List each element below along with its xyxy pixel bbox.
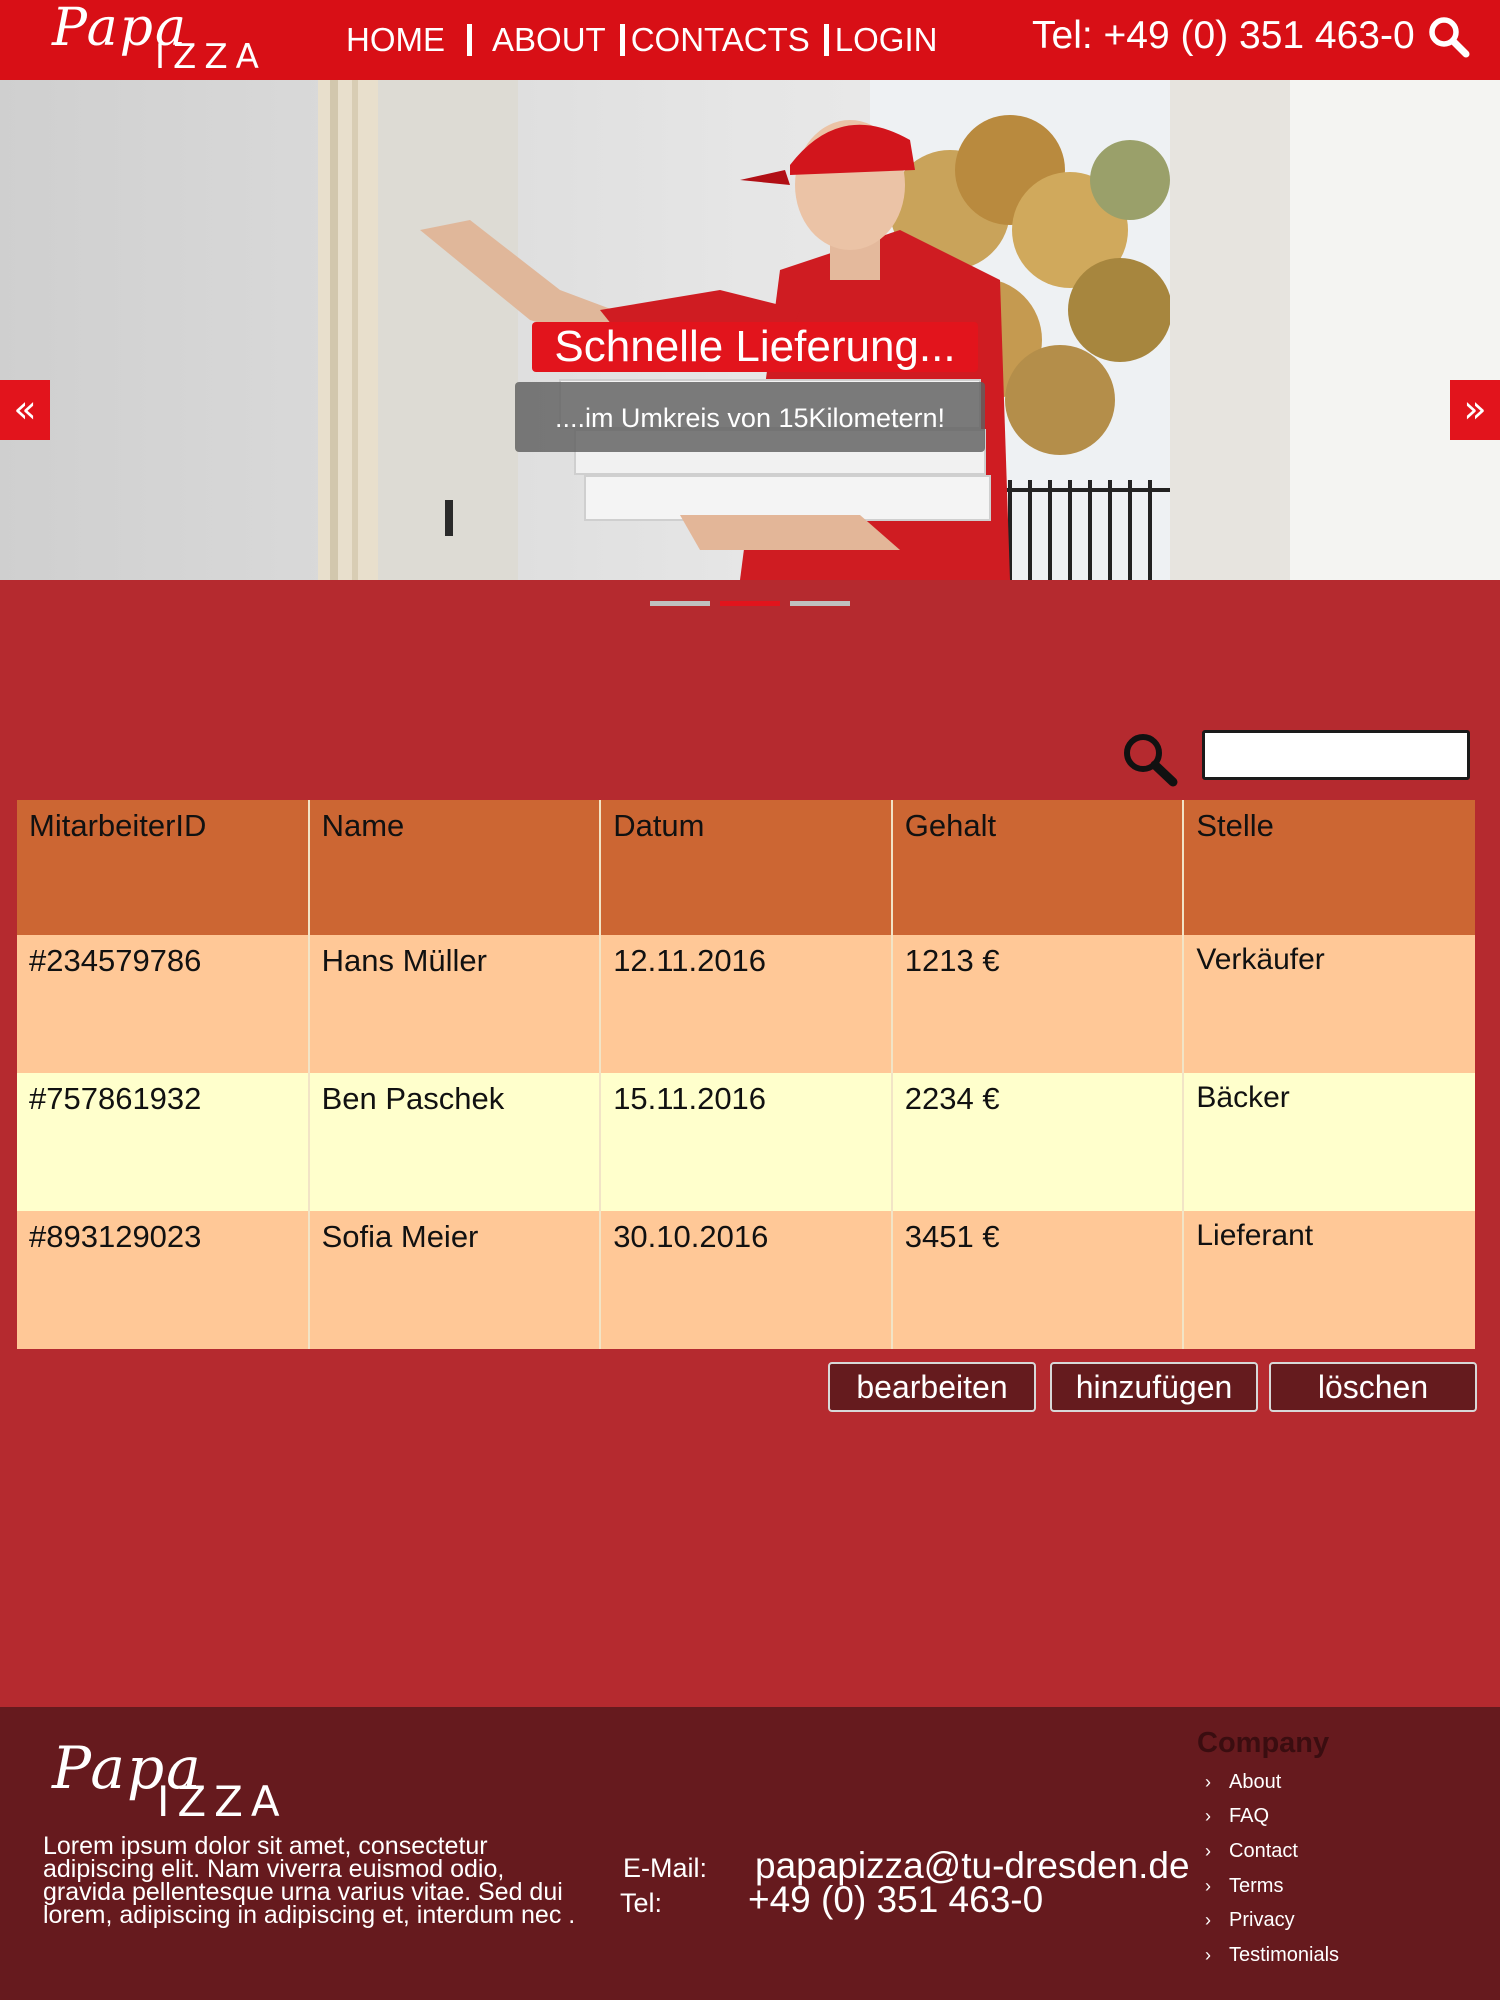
- footer-link-label: FAQ: [1229, 1805, 1270, 1828]
- footer-link-label: Terms: [1229, 1874, 1284, 1897]
- table-row[interactable]: #757861932 Ben Paschek 15.11.2016 2234 €…: [17, 1073, 1475, 1211]
- chevron-right-icon: ›: [1205, 1944, 1211, 1965]
- column-header-name[interactable]: Name: [307, 800, 601, 935]
- top-header: Papa IZZA HOME ABOUT CONTACTS LOGIN Tel:…: [0, 0, 1500, 80]
- footer-description: Lorem ipsum dolor sit amet, consectetur …: [43, 1832, 576, 1929]
- table-row[interactable]: #893129023 Sofia Meier 30.10.2016 3451 €…: [17, 1211, 1475, 1349]
- tel-link[interactable]: +49 (0) 351 463-0: [748, 1879, 1043, 1921]
- footer-logo[interactable]: Papa IZZA: [52, 1739, 332, 1829]
- footer: Papa IZZA Lorem ipsum dolor sit amet, co…: [0, 1707, 1500, 2000]
- slide-indicator-1[interactable]: [650, 601, 710, 606]
- table-search-icon[interactable]: [1120, 730, 1180, 788]
- nav-divider: [467, 24, 472, 56]
- footer-link-about[interactable]: › About: [1205, 1765, 1339, 1800]
- header-phone: Tel: +49 (0) 351 463-0: [1032, 14, 1415, 57]
- footer-link-testimonials[interactable]: › Testimonials: [1205, 1938, 1339, 1973]
- cell-stelle: Lieferant: [1182, 1211, 1475, 1349]
- nav-item-login[interactable]: LOGIN: [835, 21, 938, 59]
- cell-datum: 30.10.2016: [599, 1211, 892, 1349]
- cell-name: Sofia Meier: [307, 1211, 601, 1349]
- cell-mitarbeiterid: #893129023: [29, 1219, 202, 1254]
- cell-gehalt: 1213 €: [890, 935, 1184, 1073]
- cell-gehalt: 3451 €: [890, 1211, 1184, 1349]
- logo-word-pizza: IZZA: [155, 37, 267, 77]
- slider-prev-button[interactable]: «: [0, 380, 50, 440]
- logo-word-pizza: IZZA: [157, 1777, 288, 1826]
- slide-subtitle: ....im Umkreis von 15Kilometern!: [515, 382, 985, 452]
- tel-label: Tel:: [620, 1888, 663, 1918]
- chevron-right-icon: ›: [1205, 1806, 1211, 1827]
- email-label: E-Mail:: [623, 1853, 708, 1883]
- delete-button[interactable]: löschen: [1269, 1362, 1477, 1412]
- main-nav: HOME ABOUT CONTACTS LOGIN: [346, 18, 937, 62]
- slide-title: Schnelle Lieferung...: [532, 322, 978, 372]
- chevron-right-icon: ›: [1205, 1771, 1211, 1792]
- slide-indicator-3[interactable]: [790, 601, 850, 606]
- table-header-row: MitarbeiterID Name Datum Gehalt Stelle: [17, 800, 1475, 935]
- search-icon[interactable]: [1426, 14, 1472, 60]
- footer-link-label: Privacy: [1229, 1909, 1295, 1932]
- cell-name: Ben Paschek: [307, 1073, 601, 1211]
- employee-table: MitarbeiterID Name Datum Gehalt Stelle #…: [17, 800, 1475, 1349]
- table-row[interactable]: #234579786 Hans Müller 12.11.2016 1213 €…: [17, 935, 1475, 1073]
- column-header-datum[interactable]: Datum: [599, 800, 892, 935]
- company-links: › About › FAQ › Contact › Terms › Privacy › Te…: [1205, 1765, 1339, 1973]
- nav-item-home[interactable]: HOME: [346, 21, 445, 59]
- chevron-right-icon: ›: [1205, 1840, 1211, 1861]
- cell-stelle: Verkäufer: [1182, 935, 1475, 1073]
- edit-button[interactable]: bearbeiten: [828, 1362, 1036, 1412]
- footer-link-contact[interactable]: › Contact: [1205, 1834, 1339, 1869]
- company-heading: Company: [1197, 1727, 1330, 1759]
- nav-item-contacts[interactable]: CONTACTS: [631, 21, 810, 59]
- nav-item-about[interactable]: ABOUT: [492, 21, 606, 59]
- column-header-stelle[interactable]: Stelle: [1182, 800, 1475, 935]
- footer-link-faq[interactable]: › FAQ: [1205, 1800, 1339, 1835]
- cell-mitarbeiterid: #234579786: [29, 943, 202, 978]
- cell-gehalt: 2234 €: [890, 1073, 1184, 1211]
- cell-mitarbeiterid: #757861932: [29, 1081, 202, 1116]
- footer-link-label: Contact: [1229, 1839, 1298, 1862]
- brand-logo[interactable]: Papa IZZA: [52, 2, 282, 80]
- slide-indicator-2[interactable]: [720, 601, 780, 606]
- cell-name: Hans Müller: [307, 935, 601, 1073]
- footer-link-label: Testimonials: [1229, 1943, 1340, 1966]
- footer-link-terms[interactable]: › Terms: [1205, 1869, 1339, 1904]
- cell-datum: 15.11.2016: [599, 1073, 892, 1211]
- cell-stelle: Bäcker: [1182, 1073, 1475, 1211]
- slider-indicators: [650, 601, 850, 606]
- hero-slider: Schnelle Lieferung... ....im Umkreis von…: [0, 80, 1500, 580]
- slider-next-button[interactable]: »: [1450, 380, 1500, 440]
- chevron-right-icon: ›: [1205, 1910, 1211, 1931]
- nav-divider: [619, 24, 625, 56]
- column-header-gehalt[interactable]: Gehalt: [890, 800, 1184, 935]
- footer-link-privacy[interactable]: › Privacy: [1205, 1903, 1339, 1938]
- footer-link-label: About: [1229, 1770, 1282, 1793]
- search-input[interactable]: [1202, 730, 1470, 780]
- add-button[interactable]: hinzufügen: [1050, 1362, 1258, 1412]
- column-header-mitarbeiterid[interactable]: MitarbeiterID: [17, 800, 309, 935]
- cell-datum: 12.11.2016: [599, 935, 892, 1073]
- chevron-right-icon: ›: [1205, 1875, 1211, 1896]
- nav-divider: [823, 24, 829, 56]
